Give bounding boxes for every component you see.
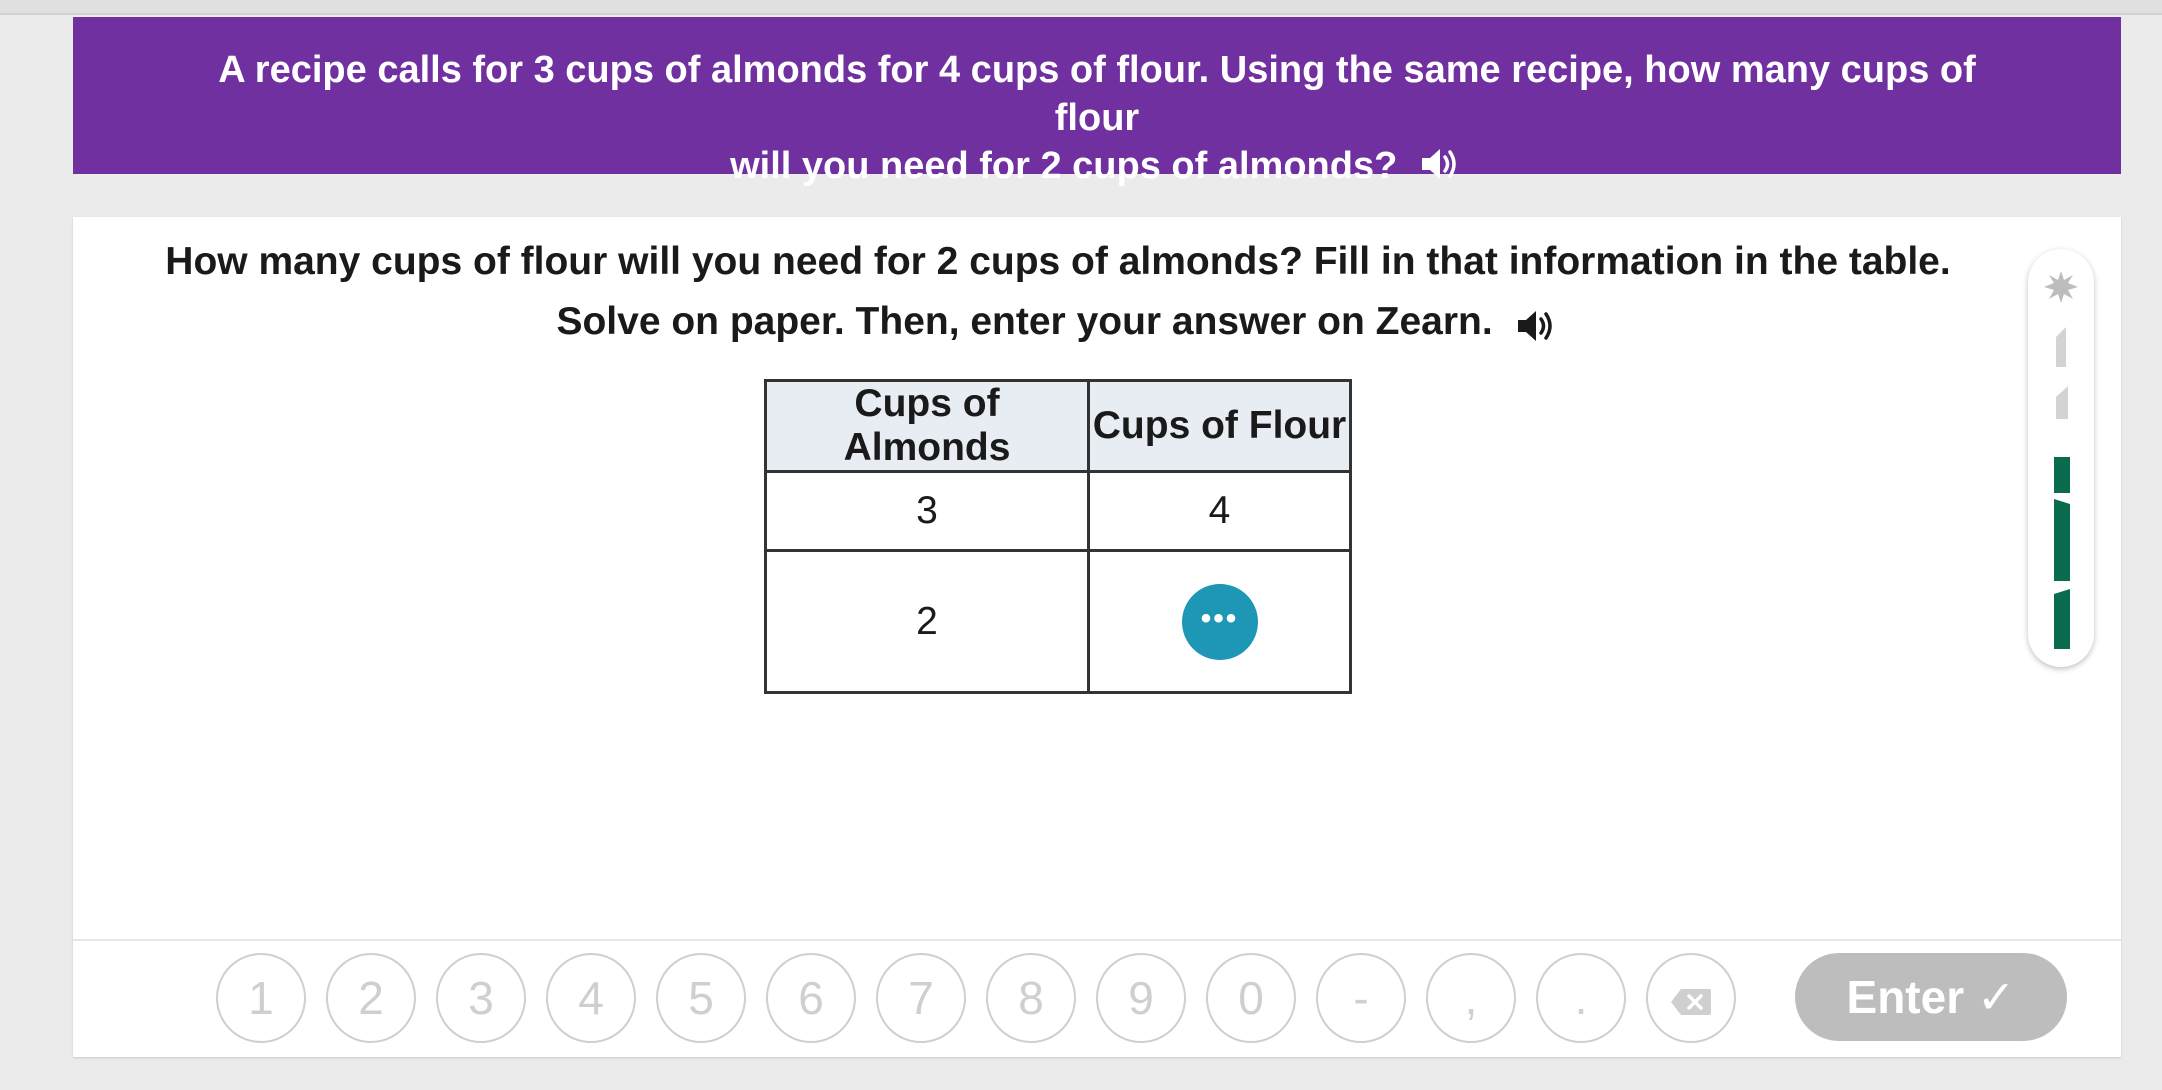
question-text: How many cups of flour will you need for… bbox=[73, 232, 2043, 352]
enter-button[interactable]: Enter ✓ bbox=[1795, 953, 2067, 1041]
speaker-icon[interactable] bbox=[1516, 302, 1560, 341]
check-icon: ✓ bbox=[1976, 971, 2016, 1023]
keypad-divider bbox=[73, 939, 2121, 941]
speaker-icon[interactable] bbox=[1420, 146, 1464, 182]
problem-banner: A recipe calls for 3 cups of almonds for… bbox=[73, 17, 2121, 187]
key-comma[interactable]: , bbox=[1426, 953, 1516, 1043]
table-row: 2 ••• bbox=[764, 549, 1352, 694]
backspace-icon bbox=[1671, 988, 1711, 1015]
key-4[interactable]: 4 bbox=[546, 953, 636, 1043]
banner-prompt-line2: will you need for 2 cups of almonds? bbox=[730, 145, 1398, 187]
table-cell: 4 bbox=[1087, 470, 1352, 552]
key-decimal[interactable]: . bbox=[1536, 953, 1626, 1043]
progress-segment bbox=[2054, 499, 2070, 581]
question-card: How many cups of flour will you need for… bbox=[73, 217, 2121, 1057]
key-7[interactable]: 7 bbox=[876, 953, 966, 1043]
key-9[interactable]: 9 bbox=[1096, 953, 1186, 1043]
answer-cell[interactable]: ••• bbox=[1087, 549, 1352, 694]
table-cell: 2 bbox=[764, 549, 1090, 694]
key-1[interactable]: 1 bbox=[216, 953, 306, 1043]
header-cups-of-flour: Cups of Flour bbox=[1087, 379, 1352, 473]
key-6[interactable]: 6 bbox=[766, 953, 856, 1043]
header-cups-of-almonds: Cups of Almonds bbox=[764, 379, 1090, 473]
progress-segment bbox=[2054, 457, 2070, 493]
key-3[interactable]: 3 bbox=[436, 953, 526, 1043]
key-minus[interactable]: - bbox=[1316, 953, 1406, 1043]
key-8[interactable]: 8 bbox=[986, 953, 1076, 1043]
question-line1: How many cups of flour will you need for… bbox=[165, 240, 1951, 283]
key-0[interactable]: 0 bbox=[1206, 953, 1296, 1043]
progress-segment bbox=[2056, 327, 2066, 367]
table-row: 3 4 bbox=[764, 470, 1352, 552]
banner-prompt-line1: A recipe calls for 3 cups of almonds for… bbox=[218, 49, 1976, 139]
backspace-key[interactable] bbox=[1646, 953, 1736, 1043]
key-5[interactable]: 5 bbox=[656, 953, 746, 1043]
progress-meter bbox=[2028, 249, 2094, 667]
progress-segment bbox=[2056, 386, 2068, 419]
ratio-table: Cups of Almonds Cups of Flour 3 4 2 ••• bbox=[764, 379, 1352, 694]
question-line2: Solve on paper. Then, enter your answer … bbox=[556, 300, 1493, 343]
answer-input-button[interactable]: ••• bbox=[1181, 583, 1258, 660]
key-2[interactable]: 2 bbox=[326, 953, 416, 1043]
starburst-icon bbox=[2044, 271, 2078, 303]
table-cell: 3 bbox=[764, 470, 1090, 552]
enter-label: Enter bbox=[1846, 971, 1965, 1023]
progress-segment bbox=[2054, 589, 2070, 649]
top-strip bbox=[0, 0, 2162, 15]
